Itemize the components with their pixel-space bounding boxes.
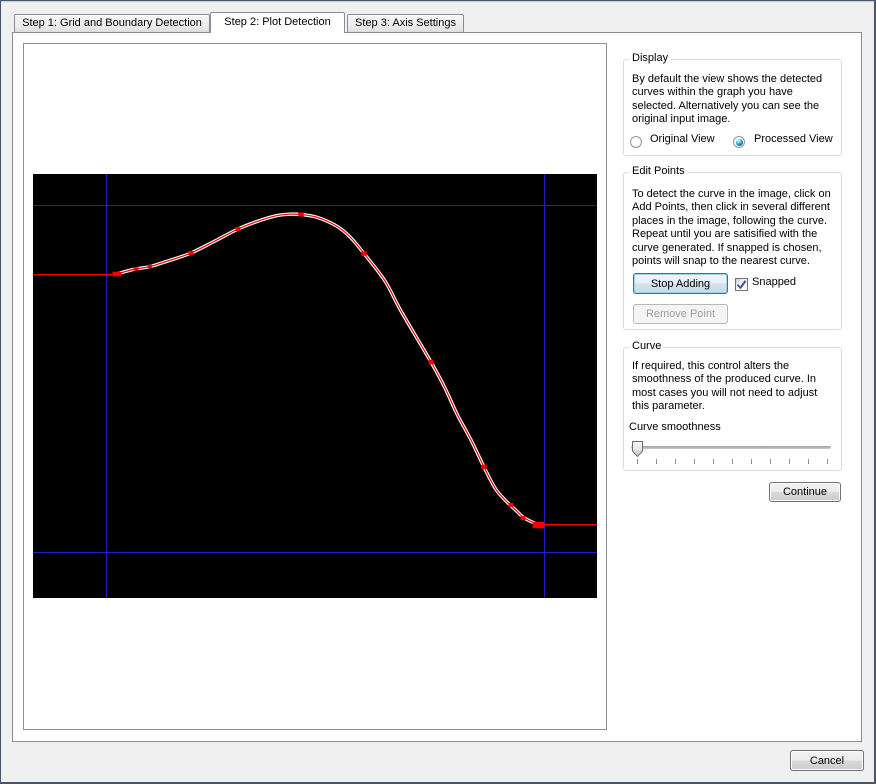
curve-point-marker	[236, 227, 241, 231]
curve-point-marker	[298, 212, 304, 216]
wizard-window: Step 1: Grid and Boundary Detection Step…	[0, 0, 876, 784]
curve-group-title: Curve	[629, 340, 664, 353]
snapped-checkbox[interactable]	[735, 278, 748, 291]
tab-step3-label: Step 3: Axis Settings	[355, 17, 456, 29]
display-group-title: Display	[629, 52, 671, 65]
curve-smoothness-slider-track[interactable]	[631, 446, 831, 449]
plot-background	[33, 174, 597, 598]
curve-point-marker	[361, 251, 367, 256]
tab-step1-label: Step 1: Grid and Boundary Detection	[22, 17, 202, 29]
processed-view-radio-label[interactable]: Processed View	[754, 133, 833, 146]
curve-smoothness-slider-thumb[interactable]	[632, 441, 643, 457]
edit-points-group: Edit Points To detect the curve in the i…	[623, 172, 842, 330]
curve-point-marker	[113, 272, 122, 277]
checkmark-icon	[736, 279, 747, 290]
curve-point-marker	[148, 265, 153, 269]
display-group: Display By default the view shows the de…	[623, 59, 842, 156]
stop-adding-button[interactable]: Stop Adding	[633, 273, 728, 294]
edit-points-group-title: Edit Points	[629, 165, 688, 178]
curve-group-text: If required, this control alters the smo…	[632, 360, 838, 414]
snapped-checkbox-label[interactable]: Snapped	[752, 276, 796, 289]
curve-point-marker	[429, 360, 434, 365]
curve-point-marker	[533, 522, 545, 529]
tab-step3-axis-settings[interactable]: Step 3: Axis Settings	[347, 14, 464, 32]
processed-view-radio-dot	[736, 139, 743, 146]
curve-point-marker	[189, 251, 194, 255]
curve-smoothness-label: Curve smoothness	[629, 421, 721, 434]
original-view-radio-label[interactable]: Original View	[650, 133, 715, 146]
slider-tick-marks	[637, 459, 829, 464]
continue-button[interactable]: Continue	[769, 482, 841, 502]
plot-image[interactable]	[33, 174, 597, 598]
original-view-radio[interactable]	[630, 136, 642, 148]
curve-group: Curve If required, this control alters t…	[623, 347, 842, 471]
cancel-button[interactable]: Cancel	[790, 750, 864, 771]
plot-image-panel[interactable]	[23, 43, 607, 730]
tab-step1-grid-boundary-detection[interactable]: Step 1: Grid and Boundary Detection	[14, 14, 210, 32]
curve-point-marker	[521, 516, 526, 520]
processed-view-radio[interactable]	[733, 136, 745, 148]
edit-points-group-text: To detect the curve in the image, click …	[632, 188, 838, 268]
display-group-text: By default the view shows the detected c…	[632, 73, 838, 127]
remove-point-button: Remove Point	[633, 304, 728, 324]
tab-step2-label: Step 2: Plot Detection	[224, 16, 330, 28]
curve-point-marker	[134, 267, 139, 271]
tab-step2-plot-detection[interactable]: Step 2: Plot Detection	[210, 12, 345, 33]
curve-point-marker	[509, 503, 514, 507]
curve-point-marker	[481, 465, 487, 470]
